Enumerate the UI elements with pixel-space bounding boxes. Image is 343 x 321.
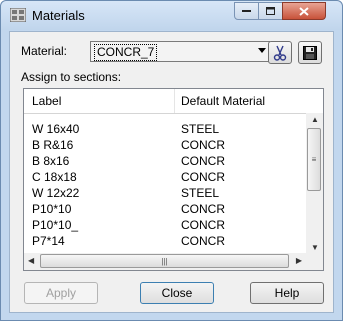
table-row[interactable]: P7*14 CONCR bbox=[24, 233, 305, 249]
scrollbar-corner bbox=[306, 253, 323, 270]
cell-label: B R&16 bbox=[32, 138, 74, 152]
table-row[interactable]: C 18x18 CONCR bbox=[24, 169, 305, 185]
materials-app-icon bbox=[10, 8, 26, 22]
table-row[interactable]: W 12x22 STEEL bbox=[24, 185, 305, 201]
cell-label: W 16x40 bbox=[32, 122, 80, 136]
table-row[interactable]: P10*10_ CONCR bbox=[24, 217, 305, 233]
scroll-left-arrow-icon[interactable]: ◀ bbox=[28, 256, 34, 265]
cell-label: P10*10_ bbox=[32, 218, 79, 232]
apply-button[interactable]: Apply bbox=[24, 282, 98, 304]
minimize-icon bbox=[242, 10, 251, 12]
cell-label: B 8x16 bbox=[32, 154, 70, 168]
table-row[interactable]: B 8x16 CONCR bbox=[24, 153, 305, 169]
window-title: Materials bbox=[32, 8, 85, 23]
materials-dialog: Materials Material: CONCR_7 Assign to se… bbox=[0, 0, 343, 321]
horizontal-scrollbar[interactable]: ◀ ||| ▶ bbox=[24, 253, 306, 270]
list-header: Label Default Material bbox=[24, 89, 323, 114]
cell-label: W 12x22 bbox=[32, 186, 80, 200]
scroll-right-arrow-icon[interactable]: ▶ bbox=[296, 256, 302, 265]
table-row[interactable]: P10*10 CONCR bbox=[24, 201, 305, 217]
column-header-label[interactable]: Label bbox=[32, 94, 61, 108]
material-dropdown[interactable]: CONCR_7 bbox=[90, 41, 270, 62]
cell-material: STEEL bbox=[181, 122, 220, 136]
maximize-icon bbox=[266, 7, 275, 15]
cell-material: CONCR bbox=[181, 234, 225, 248]
cell-material: STEEL bbox=[181, 186, 220, 200]
grip-icon: ||| bbox=[161, 256, 168, 266]
save-material-button[interactable] bbox=[298, 41, 322, 64]
close-icon bbox=[299, 6, 309, 16]
cell-material: CONCR bbox=[181, 138, 225, 152]
minimize-button[interactable] bbox=[234, 2, 259, 20]
chevron-down-icon bbox=[258, 48, 266, 53]
maximize-button[interactable] bbox=[258, 2, 283, 20]
cell-label: P7*14 bbox=[32, 234, 65, 248]
scissors-icon bbox=[273, 45, 287, 61]
material-selected-value: CONCR_7 bbox=[94, 44, 158, 61]
close-window-button[interactable] bbox=[282, 2, 326, 20]
scroll-up-arrow-icon[interactable]: ▲ bbox=[311, 115, 319, 124]
column-divider[interactable] bbox=[174, 89, 175, 113]
dialog-body: Material: CONCR_7 Assign to sections: La… bbox=[9, 31, 334, 313]
material-label: Material: bbox=[21, 44, 68, 58]
assign-sections-label: Assign to sections: bbox=[21, 70, 122, 84]
column-header-default-material[interactable]: Default Material bbox=[181, 94, 265, 108]
cell-material: CONCR bbox=[181, 170, 225, 184]
table-row[interactable]: B R&16 CONCR bbox=[24, 137, 305, 153]
floppy-disk-icon bbox=[303, 45, 317, 60]
close-button[interactable]: Close bbox=[140, 282, 214, 304]
grip-icon: ≡ bbox=[311, 155, 317, 164]
cell-label: C 18x18 bbox=[32, 170, 77, 184]
help-button[interactable]: Help bbox=[250, 282, 324, 304]
scroll-down-arrow-icon[interactable]: ▼ bbox=[311, 243, 319, 252]
sections-list[interactable]: Label Default Material W 16x40 STEEL B R… bbox=[23, 88, 324, 271]
table-row[interactable]: W 16x40 STEEL bbox=[24, 121, 305, 137]
title-bar[interactable]: Materials bbox=[1, 1, 342, 30]
cell-label: P10*10 bbox=[32, 202, 72, 216]
cell-material: CONCR bbox=[181, 218, 225, 232]
cut-material-button[interactable] bbox=[268, 41, 292, 64]
cell-material: CONCR bbox=[181, 154, 225, 168]
vertical-scroll-thumb[interactable]: ≡ bbox=[307, 128, 321, 191]
cell-material: CONCR bbox=[181, 202, 225, 216]
vertical-scrollbar[interactable]: ▲ ≡ ▼ bbox=[306, 113, 323, 254]
horizontal-scroll-thumb[interactable]: ||| bbox=[40, 254, 289, 268]
